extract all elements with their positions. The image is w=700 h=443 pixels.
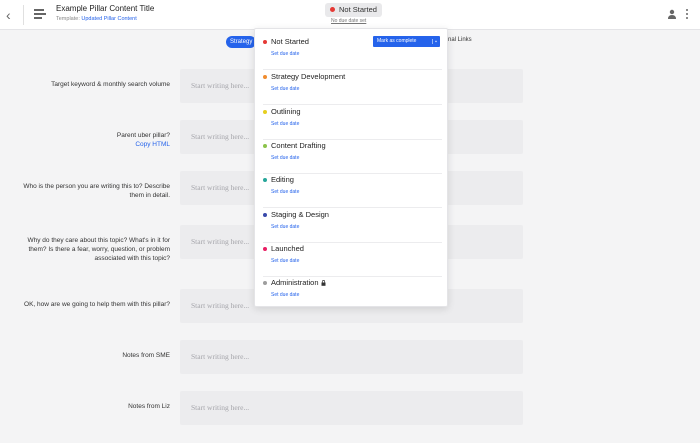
set-due-date-link[interactable]: Set due date [271, 224, 299, 230]
copy-html-link[interactable]: Copy HTML [20, 140, 170, 149]
user-icon[interactable] [667, 9, 677, 19]
page-title: Example Pillar Content Title [56, 4, 155, 13]
top-bar: ‹ Example Pillar Content Title Template:… [0, 0, 700, 30]
status-dot-icon [263, 213, 267, 217]
status-option-content-drafting[interactable]: Content Drafting Set due date [263, 141, 442, 174]
lock-icon [321, 279, 326, 286]
tab-strategy[interactable]: Strategy [226, 36, 257, 48]
status-dot-icon [263, 247, 267, 251]
mark-as-complete-label: Mark as complete [377, 38, 417, 44]
back-arrow-icon[interactable]: ‹ [6, 8, 18, 22]
due-date-link[interactable]: No due date set [331, 18, 366, 24]
status-dot-icon [263, 144, 267, 148]
status-option-launched[interactable]: Launched Set due date [263, 244, 442, 277]
menu-icon[interactable] [34, 9, 46, 21]
field-label-group: Parent uber pillar? Copy HTML [20, 131, 170, 149]
text-field[interactable]: Start writing here... [180, 391, 523, 425]
field-label: Who is the person you are writing this t… [23, 183, 170, 199]
text-field[interactable]: Start writing here... [180, 340, 523, 374]
status-option-label: Outlining [271, 107, 301, 116]
field-label: Parent uber pillar? [116, 132, 170, 139]
field-label: Notes from SME [122, 352, 170, 359]
status-dot-icon [263, 40, 267, 44]
status-dropdown-button[interactable]: Not Started [325, 3, 382, 17]
status-option-label: Strategy Development [271, 72, 346, 81]
status-option-editing[interactable]: Editing Set due date [263, 175, 442, 208]
set-due-date-link[interactable]: Set due date [271, 258, 299, 264]
status-dot-icon [263, 110, 267, 114]
status-option-outlining[interactable]: Outlining Set due date [263, 107, 442, 140]
status-option-label: Not Started [271, 37, 309, 46]
status-dot-icon [263, 75, 267, 79]
set-due-date-link[interactable]: Set due date [271, 121, 299, 127]
status-option-staging-design[interactable]: Staging & Design Set due date [263, 210, 442, 243]
tab-internal-links[interactable]: nal Links [448, 37, 472, 43]
template-link[interactable]: Updated Pillar Content [81, 16, 136, 22]
status-option-strategy-development[interactable]: Strategy Development Set due date [263, 72, 442, 105]
status-option-label: Administration [271, 278, 326, 287]
set-due-date-link[interactable]: Set due date [271, 86, 299, 92]
status-dot-icon [263, 281, 267, 285]
more-options-icon[interactable] [686, 9, 690, 21]
status-option-label: Launched [271, 244, 304, 253]
set-due-date-link[interactable]: Set due date [271, 155, 299, 161]
status-dropdown-menu: Not Started Set due date Strategy Develo… [254, 28, 448, 307]
mark-as-complete-button[interactable]: Mark as complete [373, 36, 440, 47]
template-info: Template: Updated Pillar Content [56, 16, 137, 22]
status-option-label: Staging & Design [271, 210, 329, 219]
status-dot-icon [263, 178, 267, 182]
set-due-date-link[interactable]: Set due date [271, 51, 299, 57]
set-due-date-link[interactable]: Set due date [271, 189, 299, 195]
status-option-administration[interactable]: Administration Set due date [263, 278, 442, 304]
field-label: OK, how are we going to help them with t… [24, 301, 170, 308]
status-option-label: Content Drafting [271, 141, 326, 150]
template-prefix: Template: [56, 16, 80, 22]
status-dot-icon [330, 7, 335, 12]
status-label: Not Started [339, 5, 377, 14]
status-option-label: Editing [271, 175, 294, 184]
bell-icon[interactable] [432, 39, 437, 44]
divider [23, 5, 24, 25]
set-due-date-link[interactable]: Set due date [271, 292, 299, 298]
field-label: Target keyword & monthly search volume [51, 81, 170, 88]
field-label: Notes from Liz [128, 403, 170, 410]
field-label: Why do they care about this topic? What'… [27, 237, 170, 262]
